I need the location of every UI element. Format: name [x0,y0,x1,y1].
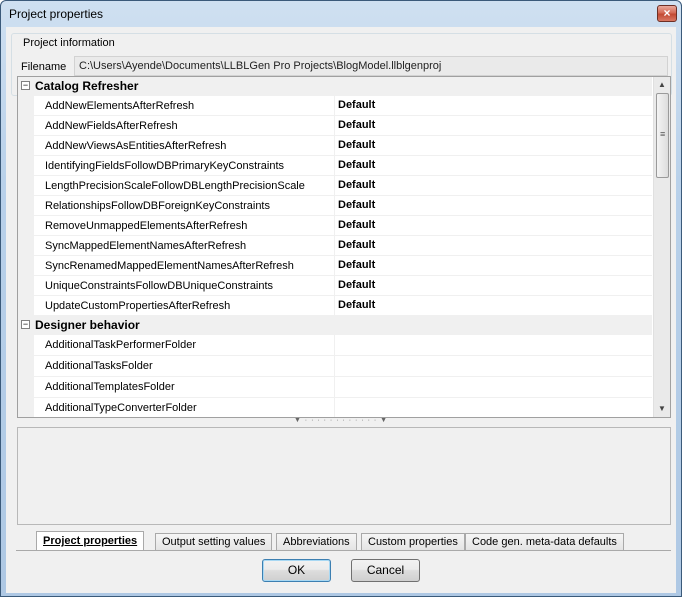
tab-baseline [16,550,671,551]
row-gutter [18,256,34,276]
filename-field[interactable]: C:\Users\Ayende\Documents\LLBLGen Pro Pr… [74,56,668,76]
scroll-up-icon[interactable]: ▲ [654,77,670,93]
row-gutter [18,176,34,196]
property-row[interactable]: AdditionalTasksFolder [18,356,652,377]
cancel-button[interactable]: Cancel [351,559,420,582]
property-value[interactable]: Default [335,296,652,316]
category-row[interactable]: − Designer behavior [18,316,652,335]
filename-label: Filename [21,61,67,73]
property-value[interactable]: Default [335,256,652,276]
property-value[interactable]: Default [335,176,652,196]
property-name[interactable]: IdentifyingFieldsFollowDBPrimaryKeyConst… [34,156,335,176]
property-name[interactable]: SyncMappedElementNamesAfterRefresh [34,236,335,256]
row-gutter [18,377,34,398]
property-row[interactable]: SyncMappedElementNamesAfterRefresh Defaul… [18,236,652,256]
property-name[interactable]: AdditionalTypeConverterFolder [34,398,335,417]
vertical-scrollbar[interactable]: ▲ ≡ ▼ [653,77,670,417]
property-name[interactable]: LengthPrecisionScaleFollowDBLengthPrecis… [34,176,335,196]
property-name[interactable]: RelationshipsFollowDBForeignKeyConstrain… [34,196,335,216]
row-gutter [18,398,34,417]
property-value[interactable]: Default [335,276,652,296]
property-value[interactable]: Default [335,196,652,216]
property-row[interactable]: AddNewFieldsAfterRefresh Default [18,116,652,136]
row-gutter [18,136,34,156]
category-label: Designer behavior [35,318,140,332]
property-row[interactable]: UpdateCustomPropertiesAfterRefresh Defaul… [18,296,652,316]
property-row[interactable]: AddNewViewsAsEntitiesAfterRefresh Default [18,136,652,156]
property-row[interactable]: IdentifyingFieldsFollowDBPrimaryKeyConst… [18,156,652,176]
property-name[interactable]: AdditionalTasksFolder [34,356,335,377]
property-name[interactable]: SyncRenamedMappedElementNamesAfterRefres… [34,256,335,276]
property-row[interactable]: AdditionalTaskPerformerFolder [18,335,652,356]
property-row[interactable]: RemoveUnmappedElementsAfterRefresh Defaul… [18,216,652,236]
property-value[interactable]: Default [335,136,652,156]
window-title: Project properties [9,7,104,21]
close-icon: × [663,6,671,20]
tab-output-setting-values[interactable]: Output setting values [155,533,273,550]
property-value[interactable] [335,377,652,398]
property-row[interactable]: RelationshipsFollowDBForeignKeyConstrain… [18,196,652,216]
scroll-thumb[interactable]: ≡ [656,93,669,178]
row-gutter [18,116,34,136]
property-value[interactable]: Default [335,156,652,176]
property-name[interactable]: UpdateCustomPropertiesAfterRefresh [34,296,335,316]
property-value[interactable]: Default [335,216,652,236]
property-row[interactable]: AddNewElementsAfterRefresh Default [18,96,652,116]
tab-abbreviations[interactable]: Abbreviations [276,533,357,550]
property-value[interactable]: Default [335,236,652,256]
title-bar[interactable]: Project properties × [1,1,681,27]
tab-project-properties[interactable]: Project properties [36,531,145,551]
row-gutter [18,196,34,216]
property-row[interactable]: UniqueConstraintsFollowDBUniqueConstrain… [18,276,652,296]
property-value[interactable] [335,398,652,417]
row-gutter [18,276,34,296]
property-name[interactable]: RemoveUnmappedElementsAfterRefresh [34,216,335,236]
property-grid-rows: − Catalog Refresher AddNewElementsAfterRef… [18,77,652,417]
property-row[interactable]: LengthPrecisionScaleFollowDBLengthPrecis… [18,176,652,196]
property-grid: − Catalog Refresher AddNewElementsAfterRef… [17,76,671,418]
property-name[interactable]: AddNewFieldsAfterRefresh [34,116,335,136]
category-row[interactable]: − Catalog Refresher [18,77,652,96]
row-gutter [18,296,34,316]
close-button[interactable]: × [657,5,677,22]
group-legend: Project information [21,37,117,49]
dialog-client-area: Project information Filename C:\Users\Ay… [6,27,676,593]
property-name[interactable]: AdditionalTaskPerformerFolder [34,335,335,356]
row-gutter [18,156,34,176]
property-name[interactable]: AddNewElementsAfterRefresh [34,96,335,116]
category-label: Catalog Refresher [35,79,139,93]
property-name[interactable]: UniqueConstraintsFollowDBUniqueConstrain… [34,276,335,296]
row-gutter [18,236,34,256]
tab-strip: Project properties Output setting values A… [16,531,666,551]
scroll-down-icon[interactable]: ▼ [654,401,670,417]
property-value[interactable]: Default [335,96,652,116]
property-row[interactable]: SyncRenamedMappedElementNamesAfterRefres… [18,256,652,276]
property-name[interactable]: AddNewViewsAsEntitiesAfterRefresh [34,136,335,156]
row-gutter [18,356,34,377]
row-gutter [18,335,34,356]
description-pane [17,427,671,525]
row-gutter [18,96,34,116]
property-row[interactable]: AdditionalTypeConverterFolder [18,398,652,417]
collapse-icon[interactable]: − [21,320,30,329]
tab-custom-properties[interactable]: Custom properties [361,533,465,550]
collapse-icon[interactable]: − [21,81,30,90]
property-value[interactable] [335,356,652,377]
property-value[interactable]: Default [335,116,652,136]
ok-button[interactable]: OK [262,559,331,582]
tab-code-gen-meta-data-defaults[interactable]: Code gen. meta-data defaults [465,533,624,550]
project-properties-window: Project properties × Project information… [0,0,682,597]
grip-icon: ≡ [660,129,666,139]
grid-splitter-handle[interactable]: ▼ · · · · · · · · · · · · ▼ [286,417,396,424]
property-name[interactable]: AdditionalTemplatesFolder [34,377,335,398]
row-gutter [18,216,34,236]
property-row[interactable]: AdditionalTemplatesFolder [18,377,652,398]
property-value[interactable] [335,335,652,356]
